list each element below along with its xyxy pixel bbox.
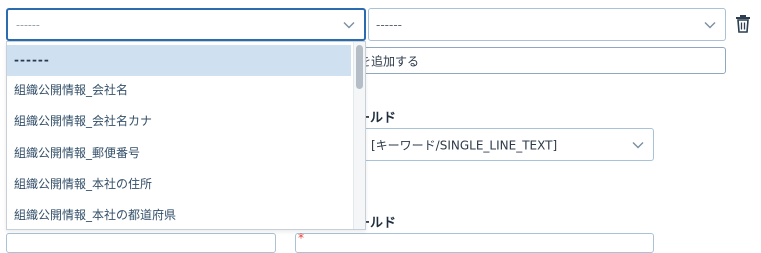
dropdown-option[interactable]: 組織公開情報_会社名 (7, 75, 351, 106)
field-select-left-value: ------ (16, 18, 40, 31)
dropdown-list[interactable]: ------ 組織公開情報_会社名 組織公開情報_会社名カナ 組織公開情報_郵便… (6, 41, 366, 230)
dropdown-option[interactable]: 組織公開情報_本社の住所 (7, 169, 351, 200)
keyword-select[interactable]: [キーワード/SINGLE_LINE_TEXT] (340, 128, 654, 161)
chevron-down-icon (632, 141, 644, 148)
trash-icon (736, 15, 750, 33)
keyword-select-value: [キーワード/SINGLE_LINE_TEXT] (371, 138, 558, 152)
required-mark: * (298, 231, 304, 245)
delete-row-button[interactable] (734, 14, 752, 34)
dropdown-scrollbar-thumb[interactable] (356, 45, 363, 89)
dropdown-option[interactable]: 組織公開情報_本社の都道府県 (7, 200, 351, 229)
field-select-left[interactable]: ------ (6, 8, 366, 41)
chevron-down-icon (343, 21, 355, 28)
chevron-down-icon (704, 21, 716, 28)
add-button-label: を追加する (359, 54, 420, 68)
field-select-right-value: ------ (376, 17, 402, 32)
dropdown-option[interactable]: 組織公開情報_会社名カナ (7, 106, 351, 137)
field-select-right[interactable]: ------ (368, 8, 726, 41)
dropdown-scrollbar-track[interactable] (353, 42, 365, 229)
bottom-left-input[interactable] (6, 233, 276, 253)
dropdown-option[interactable]: ------ (7, 45, 351, 76)
bottom-right-input[interactable]: * (295, 231, 654, 253)
dropdown-option[interactable]: 組織公開情報_郵便番号 (7, 138, 351, 169)
